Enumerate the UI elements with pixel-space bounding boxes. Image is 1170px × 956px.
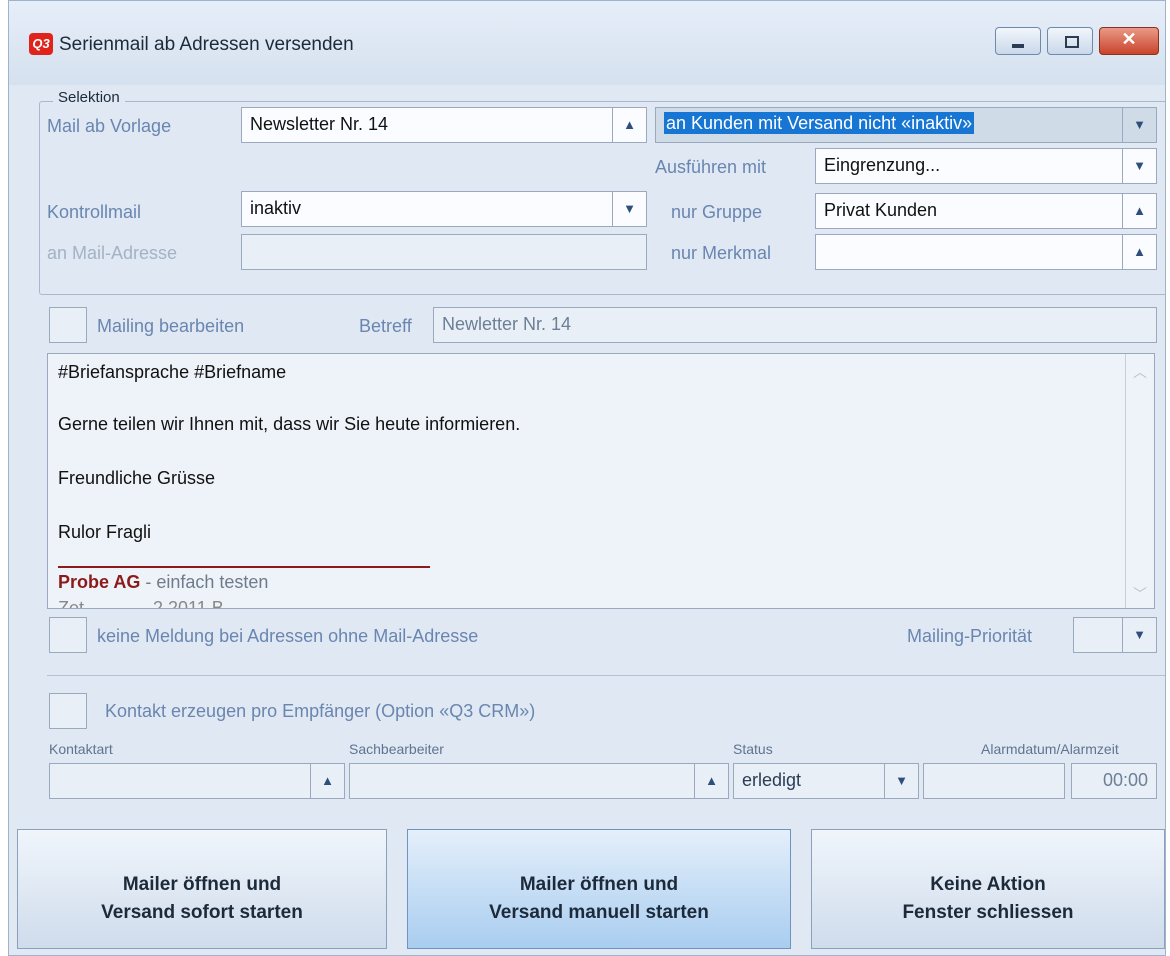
sachbearbeiter-select[interactable]: ▲ [349, 763, 729, 799]
nur-merkmal-label: nur Merkmal [671, 243, 772, 263]
mail-body-textarea[interactable]: #Briefansprache #Briefname Gerne teilen … [47, 353, 1155, 609]
kontrollmail-value: inaktiv [250, 198, 302, 218]
scroll-down-icon[interactable]: ﹀ [1126, 584, 1154, 604]
signature-brand: Probe AG [58, 572, 141, 592]
status-value: erledigt [742, 770, 802, 790]
close-icon: ✕ [1121, 29, 1137, 49]
chevron-down-icon[interactable]: ▼ [1122, 618, 1156, 652]
body-line: Freundliche Grüsse [58, 468, 216, 488]
signature-cut-line: Zet… … … 2 2011 B [58, 598, 224, 609]
chevron-up-icon[interactable]: ▲ [1122, 235, 1156, 269]
ausfuehren-value: Eingrenzung... [824, 155, 941, 175]
ausfuehren-label: Ausführen mit [655, 157, 767, 177]
versand-filter-value: an Kunden mit Versand nicht «inaktiv» [664, 112, 975, 134]
maximize-icon [1065, 36, 1079, 48]
kontaktart-label: Kontaktart [49, 741, 113, 757]
nur-gruppe-value: Privat Kunden [824, 200, 938, 220]
dialog-window: Q3 Serienmail ab Adressen versenden ✕ Se… [8, 0, 1166, 956]
chevron-up-icon[interactable]: ▲ [1122, 194, 1156, 228]
chevron-up-icon[interactable]: ▲ [612, 108, 646, 142]
versand-manuell-line2: Versand manuell starten [489, 902, 709, 923]
versand-manuell-line1: Mailer öffnen und [519, 874, 679, 895]
mail-ab-vorlage-value: Newsletter Nr. 14 [250, 114, 389, 134]
body-line: Gerne teilen wir Ihnen mit, dass wir Sie… [58, 414, 521, 434]
keine-aktion-line2: Fenster schliessen [902, 902, 1074, 923]
betreff-label: Betreff [359, 316, 412, 336]
signature-line: Probe AG - einfach testen [58, 572, 268, 593]
signature-divider [58, 566, 430, 568]
mail-ab-vorlage-select[interactable]: Newsletter Nr. 14 ▲ [241, 107, 647, 143]
title-bar[interactable]: Q3 Serienmail ab Adressen versenden ✕ [9, 1, 1165, 85]
body-line: #Briefansprache #Briefname [58, 362, 287, 382]
chevron-down-icon[interactable]: ▼ [1122, 149, 1156, 183]
chevron-down-icon[interactable]: ▼ [612, 192, 646, 226]
ausfuehren-select[interactable]: Eingrenzung... ▼ [815, 148, 1157, 184]
chevron-down-icon[interactable]: ▼ [884, 764, 918, 798]
versand-sofort-line1: Mailer öffnen und [122, 874, 282, 895]
kontakt-erzeugen-label: Kontakt erzeugen pro Empfänger (Option «… [105, 701, 536, 721]
alarmzeit-input[interactable]: 00:00 [1071, 763, 1157, 799]
mailing-bearbeiten-label: Mailing bearbeiten [97, 316, 245, 336]
minimize-icon [1012, 44, 1024, 48]
mailing-bearbeiten-checkbox[interactable] [49, 307, 87, 343]
mailing-prioritaet-select[interactable]: ▼ [1073, 617, 1157, 653]
app-logo-icon: Q3 [29, 33, 53, 55]
status-label: Status [733, 741, 773, 757]
betreff-value: Newletter Nr. 14 [442, 314, 572, 334]
versand-sofort-line2: Versand sofort starten [101, 902, 303, 923]
scroll-up-icon[interactable]: ︿ [1126, 362, 1154, 382]
versand-manuell-button[interactable]: Mailer öffnen und Versand manuell starte… [407, 829, 791, 949]
keine-aktion-line1: Keine Aktion [930, 874, 1046, 895]
nur-gruppe-label: nur Gruppe [671, 202, 763, 222]
textarea-scrollbar[interactable]: ︿ ﹀ [1125, 354, 1154, 608]
keine-meldung-checkbox[interactable] [49, 617, 87, 653]
kontrollmail-label: Kontrollmail [47, 202, 142, 222]
betreff-input[interactable]: Newletter Nr. 14 [433, 307, 1157, 343]
minimize-button[interactable] [995, 27, 1041, 55]
chevron-down-icon[interactable]: ▼ [1122, 108, 1156, 142]
nur-merkmal-select[interactable]: ▲ [815, 234, 1157, 270]
status-select[interactable]: erledigt ▼ [733, 763, 919, 799]
signature-tail: - einfach testen [140, 572, 269, 592]
body-line: Rulor Fragli [58, 522, 152, 542]
kontaktart-select[interactable]: ▲ [49, 763, 345, 799]
close-button[interactable]: ✕ [1099, 27, 1159, 55]
chevron-up-icon[interactable]: ▲ [694, 764, 728, 798]
keine-meldung-label: keine Meldung bei Adressen ohne Mail-Adr… [97, 626, 479, 646]
alarmdatum-input[interactable] [923, 763, 1065, 799]
an-mail-adresse-label: an Mail-Adresse [47, 243, 178, 263]
sachbearbeiter-label: Sachbearbeiter [349, 741, 444, 757]
versand-filter-select[interactable]: an Kunden mit Versand nicht «inaktiv» ▼ [655, 107, 1157, 143]
alarm-label: Alarmdatum/Alarmzeit [981, 741, 1119, 757]
mail-ab-vorlage-label: Mail ab Vorlage [47, 116, 172, 136]
an-mail-adresse-input[interactable] [241, 234, 647, 270]
kontakt-erzeugen-checkbox[interactable] [49, 693, 87, 729]
selektion-legend: Selektion [53, 89, 125, 106]
chevron-up-icon[interactable]: ▲ [310, 764, 344, 798]
versand-sofort-button[interactable]: Mailer öffnen und Versand sofort starten [17, 829, 387, 949]
separator [47, 675, 1165, 676]
alarmzeit-value: 00:00 [1102, 770, 1148, 790]
nur-gruppe-select[interactable]: Privat Kunden ▲ [815, 193, 1157, 229]
kontrollmail-select[interactable]: inaktiv ▼ [241, 191, 647, 227]
maximize-button[interactable] [1047, 27, 1093, 55]
mailing-prioritaet-label: Mailing-Priorität [907, 626, 1033, 646]
keine-aktion-button[interactable]: Keine Aktion Fenster schliessen [811, 829, 1165, 949]
window-title: Serienmail ab Adressen versenden [59, 34, 354, 55]
